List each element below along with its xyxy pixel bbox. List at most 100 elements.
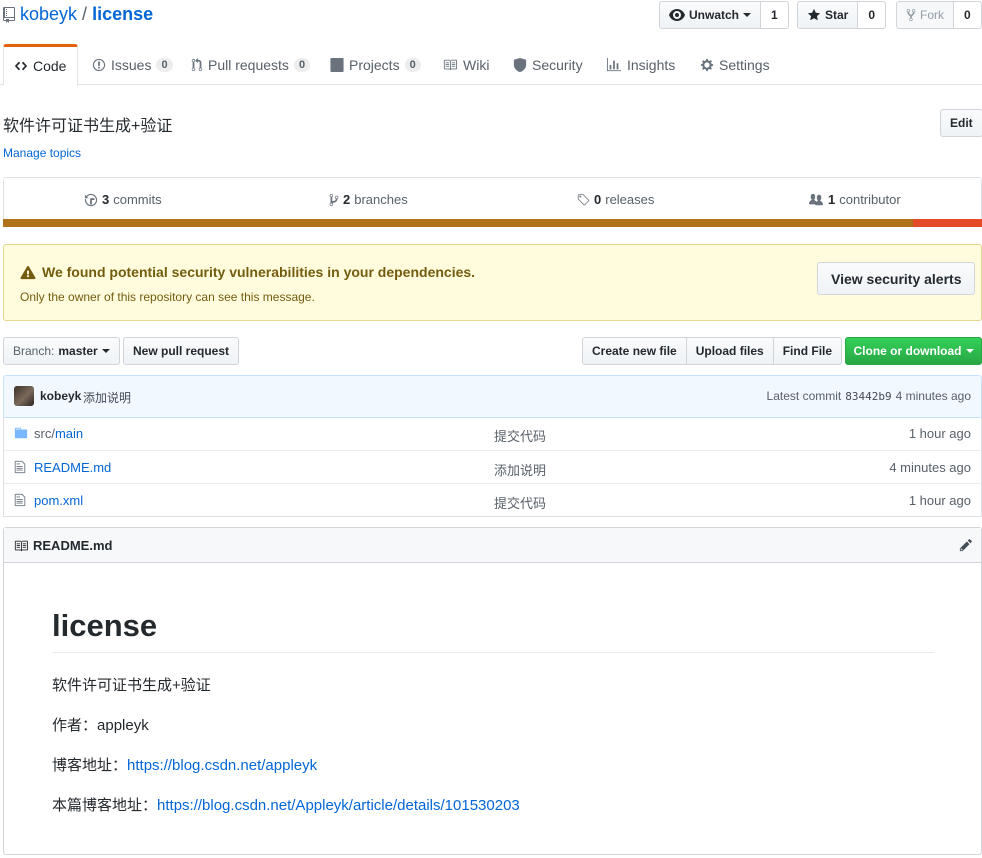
tab-issues[interactable]: Issues 0	[82, 44, 183, 85]
folder-name: main	[54, 426, 84, 441]
file-commit-message[interactable]: 添加说明	[494, 460, 546, 479]
file-icon	[14, 493, 26, 507]
commits-link[interactable]: 3 commits	[84, 192, 162, 207]
star-label: Star	[825, 8, 849, 22]
tab-code[interactable]: Code	[3, 44, 78, 86]
readme-title: README.md	[13, 538, 112, 553]
star-count[interactable]: 0	[858, 1, 887, 29]
issues-count: 0	[156, 57, 173, 72]
avatar[interactable]	[14, 386, 34, 406]
branch-select-button[interactable]: Branch: master	[3, 337, 120, 365]
repo-name-link[interactable]: license	[92, 4, 153, 25]
book-icon	[13, 539, 29, 553]
post-label: 本篇博客地址：	[52, 797, 158, 814]
latest-commit-info: Latest commit 83442b9 4 minutes ago	[767, 389, 971, 403]
author-name: appleyk	[97, 717, 149, 734]
blog-label: 博客地址：	[52, 757, 128, 774]
table-row: pom.xml 提交代码 1 hour ago	[4, 483, 981, 516]
fork-button[interactable]: Fork	[896, 1, 954, 29]
releases-link[interactable]: 0 releases	[576, 192, 654, 207]
file-name-link[interactable]: pom.xml	[34, 493, 83, 508]
blog-link[interactable]: https://blog.csdn.net/appleyk	[127, 757, 317, 774]
file-actions-group: Create new file Upload files Find File	[582, 337, 843, 365]
pull-request-icon	[191, 57, 203, 72]
upload-files-button[interactable]: Upload files	[685, 337, 774, 365]
contributors-count: 1	[828, 192, 836, 207]
star-button[interactable]: Star	[797, 1, 859, 29]
pencil-icon[interactable]	[959, 538, 973, 552]
contributors-label: contributor	[839, 192, 901, 207]
repo-owner-link[interactable]: kobeyk	[20, 4, 77, 25]
branch-prefix: Branch:	[13, 344, 55, 358]
tab-security-label: Security	[532, 56, 583, 73]
tab-wiki-label: Wiki	[463, 56, 490, 73]
file-commit-message[interactable]: 提交代码	[494, 493, 546, 512]
latest-commit-label: Latest commit	[766, 389, 842, 403]
book-icon	[442, 58, 458, 72]
clone-label: Clone or download	[853, 344, 962, 358]
latest-commit-bar: kobeyk 添加说明 Latest commit 83442b9 4 minu…	[3, 375, 982, 418]
file-commit-message[interactable]: 提交代码	[494, 426, 546, 445]
alert-title: We found potential security vulnerabilit…	[20, 264, 475, 280]
security-alert-banner: We found potential security vulnerabilit…	[3, 244, 982, 321]
language-bar[interactable]	[3, 219, 982, 227]
tab-security[interactable]: Security	[503, 44, 593, 85]
tab-issues-label: Issues	[111, 56, 152, 73]
table-row: src/main 提交代码 1 hour ago	[4, 417, 981, 450]
readme-heading: license	[52, 608, 934, 653]
view-security-alerts-button[interactable]: View security alerts	[817, 262, 976, 295]
graph-icon	[606, 57, 622, 72]
commit-author-link[interactable]: kobeyk	[40, 389, 81, 403]
commit-sha-link[interactable]: 83442b9	[845, 389, 891, 403]
star-icon	[807, 8, 821, 22]
tab-insights[interactable]: Insights	[596, 44, 685, 85]
contributors-link[interactable]: 1 contributor	[808, 192, 901, 207]
watch-count[interactable]: 1	[761, 1, 789, 29]
file-age: 1 hour ago	[908, 493, 971, 508]
commit-message-link[interactable]: 添加说明	[83, 389, 131, 406]
pull-requests-count: 0	[293, 57, 311, 72]
chevron-down-icon	[965, 349, 974, 353]
branches-link[interactable]: 2 branches	[329, 192, 408, 207]
find-file-button[interactable]: Find File	[772, 337, 843, 365]
folder-path-prefix: src/	[34, 426, 55, 441]
file-name-link[interactable]: src/main	[34, 426, 83, 441]
create-new-file-button[interactable]: Create new file	[582, 337, 687, 365]
tag-icon	[576, 193, 590, 207]
tab-wiki[interactable]: Wiki	[432, 44, 499, 85]
manage-topics-link[interactable]: Manage topics	[3, 146, 81, 160]
chevron-down-icon	[743, 13, 752, 17]
language-bar-segment-java	[3, 219, 914, 227]
tab-pull-requests[interactable]: Pull requests 0	[181, 44, 320, 85]
repo-header: kobeyk / license Unwatch 1 Star 0 Fork 0	[0, 0, 982, 32]
file-name-link[interactable]: README.md	[34, 460, 111, 475]
repo-description: 软件许可证书生成+验证	[3, 118, 173, 135]
shield-icon	[513, 57, 527, 72]
readme-header: README.md	[4, 528, 981, 563]
tab-insights-label: Insights	[627, 56, 676, 73]
releases-count: 0	[594, 192, 602, 207]
alert-title-text: We found potential security vulnerabilit…	[42, 264, 476, 280]
tab-code-label: Code	[33, 58, 67, 74]
tab-projects[interactable]: Projects 0	[320, 44, 431, 85]
new-pull-request-button[interactable]: New pull request	[123, 337, 240, 365]
history-icon	[84, 193, 98, 207]
post-link[interactable]: https://blog.csdn.net/Appleyk/article/de…	[157, 797, 520, 814]
fork-label: Fork	[920, 8, 944, 22]
clone-or-download-button[interactable]: Clone or download	[845, 337, 982, 365]
readme-filename: README.md	[33, 538, 113, 553]
readme-line-blog: 博客地址：https://blog.csdn.net/appleyk	[52, 754, 317, 775]
repo-nav-tabs: Code Issues 0 Pull requests 0 Projects 0…	[0, 44, 982, 86]
edit-description-button[interactable]: Edit	[940, 109, 982, 137]
watch-group: Unwatch 1	[659, 1, 789, 29]
star-group: Star 0	[797, 1, 887, 29]
people-icon	[808, 193, 824, 207]
project-icon	[330, 57, 344, 72]
readme-line-author: 作者：appleyk	[52, 714, 149, 735]
fork-count[interactable]: 0	[954, 1, 982, 29]
tab-settings[interactable]: Settings	[690, 44, 780, 85]
readme-panel: README.md license 软件许可证书生成+验证 作者：appleyk…	[3, 527, 982, 855]
unwatch-button[interactable]: Unwatch	[659, 1, 762, 29]
gear-icon	[700, 58, 714, 72]
file-list: src/main 提交代码 1 hour ago README.md 添加说明 …	[3, 417, 982, 517]
